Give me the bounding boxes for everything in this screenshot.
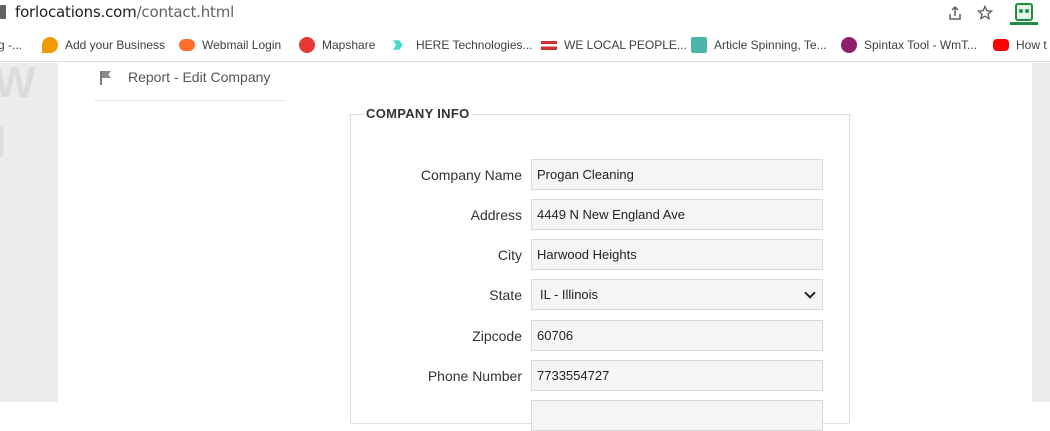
city-label: City bbox=[497, 247, 522, 263]
bookmark-label: Add your Business bbox=[65, 38, 166, 52]
spintax-icon bbox=[841, 37, 857, 53]
state-row: State IL - Illinois bbox=[351, 279, 851, 310]
cpanel-icon bbox=[179, 39, 195, 51]
add-business-icon bbox=[42, 37, 58, 53]
watermark-glyph: W bbox=[0, 63, 36, 107]
company-name-row: Company Name Progan Cleaning bbox=[351, 159, 851, 190]
bookmark-label: Mapshare bbox=[322, 38, 376, 52]
bookmark-here-technologies[interactable]: HERE Technologies... bbox=[393, 36, 533, 54]
here-icon bbox=[393, 40, 403, 50]
state-label: State bbox=[489, 287, 522, 303]
bookmark-add-your-business[interactable]: Add your Business bbox=[42, 36, 165, 54]
main-content: Report - Edit Company COMPANY INFO Compa… bbox=[58, 63, 1032, 431]
phone-number-input[interactable]: 7733554727 bbox=[531, 360, 823, 391]
city-input[interactable]: Harwood Heights bbox=[531, 239, 823, 270]
next-field-row bbox=[351, 400, 851, 431]
bookmark-label: WE LOCAL PEOPLE... bbox=[564, 38, 687, 52]
city-row: City Harwood Heights bbox=[351, 239, 851, 270]
extension-icon[interactable] bbox=[1015, 3, 1033, 21]
article-icon bbox=[691, 37, 707, 53]
bookmark-webmail-login[interactable]: Webmail Login bbox=[179, 36, 281, 54]
flag-icon bbox=[100, 71, 112, 85]
address-label: Address bbox=[470, 207, 522, 223]
bookmark-we-local-people[interactable]: WE LOCAL PEOPLE... bbox=[541, 36, 687, 54]
url-text[interactable]: forlocations.com/contact.html bbox=[15, 3, 234, 21]
company-name-input[interactable]: Progan Cleaning bbox=[531, 159, 823, 190]
sidebar-item-report-edit-company[interactable]: Report - Edit Company bbox=[94, 69, 286, 101]
bookmark-article-spinning[interactable]: Article Spinning, Te... bbox=[691, 36, 827, 54]
decorative-watermark: W I bbox=[0, 63, 58, 402]
state-selected-value: IL - Illinois bbox=[540, 287, 599, 302]
bookmark-label: Article Spinning, Te... bbox=[714, 38, 827, 52]
company-info-fieldset: COMPANY INFO Company Name Progan Cleanin… bbox=[350, 106, 851, 431]
share-icon[interactable] bbox=[944, 2, 966, 24]
state-select[interactable]: IL - Illinois bbox=[531, 279, 823, 310]
bookmark-label: Spintax Tool - WmT... bbox=[864, 38, 978, 52]
bookmark-label: g -... bbox=[0, 38, 23, 52]
chevron-down-icon bbox=[804, 286, 816, 299]
phone-number-label: Phone Number bbox=[427, 368, 522, 384]
url-path: /contact.html bbox=[136, 3, 235, 21]
bookmark-mapshare[interactable]: Mapshare bbox=[299, 36, 375, 54]
phone-number-row: Phone Number 7733554727 bbox=[351, 360, 851, 391]
lock-icon[interactable] bbox=[0, 5, 6, 19]
bookmark-how-to[interactable]: How t bbox=[993, 36, 1047, 54]
page-background: W I Report - Edit Company COMPANY INFO C… bbox=[0, 63, 1050, 431]
sidebar-item-label: Report - Edit Company bbox=[128, 69, 271, 85]
address-input[interactable]: 4449 N New England Ave bbox=[531, 199, 823, 230]
address-bar-actions bbox=[940, 0, 1050, 26]
bookmark-spintax-tool[interactable]: Spintax Tool - WmT... bbox=[841, 36, 977, 54]
bookmark-item[interactable]: g -... bbox=[0, 36, 22, 54]
company-info-legend: COMPANY INFO bbox=[364, 106, 472, 121]
url-host: forlocations.com bbox=[15, 3, 137, 21]
bookmark-label: HERE Technologies... bbox=[416, 38, 533, 52]
extension-indicator bbox=[1010, 22, 1038, 25]
mapshare-icon bbox=[299, 37, 315, 53]
bookmark-label: Webmail Login bbox=[202, 38, 282, 52]
bookmarks-bar: g -... Add your Business Webmail Login M… bbox=[0, 27, 1050, 62]
bookmark-label: How t bbox=[1016, 38, 1047, 52]
address-row: Address 4449 N New England Ave bbox=[351, 199, 851, 230]
zipcode-row: Zipcode 60706 bbox=[351, 320, 851, 351]
watermark-glyph: I bbox=[0, 118, 7, 167]
welocal-icon bbox=[541, 37, 557, 53]
star-icon[interactable] bbox=[974, 2, 996, 24]
address-bar[interactable]: forlocations.com/contact.html bbox=[0, 0, 1050, 26]
next-field-input[interactable] bbox=[531, 400, 823, 431]
company-name-label: Company Name bbox=[420, 167, 522, 183]
zipcode-input[interactable]: 60706 bbox=[531, 320, 823, 351]
youtube-icon bbox=[993, 39, 1009, 51]
zipcode-label: Zipcode bbox=[472, 328, 522, 344]
